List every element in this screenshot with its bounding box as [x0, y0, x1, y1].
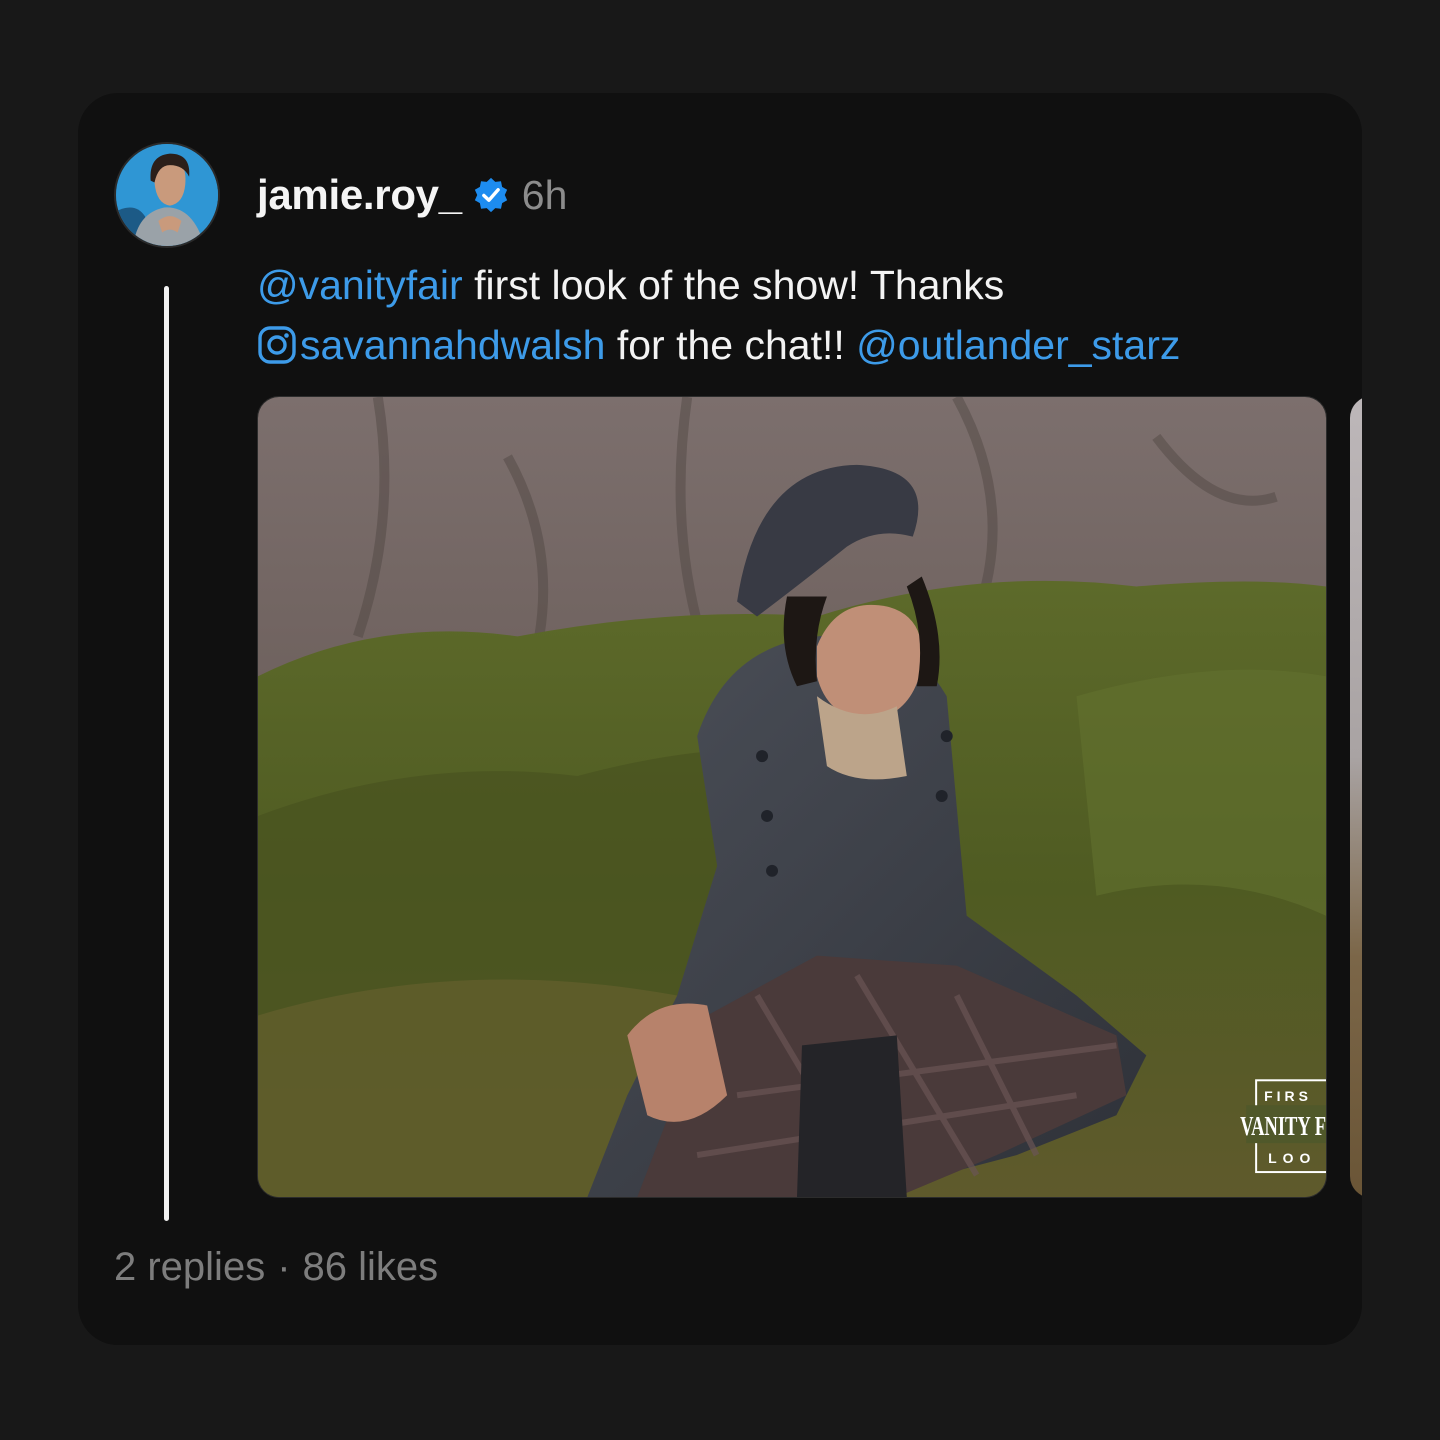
- post-image[interactable]: FIRS VANITY F LOO: [257, 396, 1327, 1198]
- post-time: 6h: [521, 171, 568, 218]
- watermark-line-3: LOO: [1268, 1150, 1316, 1166]
- verified-badge-icon: [474, 177, 507, 213]
- post-header: jamie.roy_ 6h: [257, 171, 567, 219]
- footer-separator: ·: [277, 1245, 291, 1289]
- username[interactable]: jamie.roy_: [257, 171, 462, 219]
- post-card: jamie.roy_ 6h @vanityfair first look of …: [78, 93, 1362, 1345]
- avatar-image: [116, 144, 218, 246]
- watermark-line-1: FIRS: [1264, 1088, 1312, 1104]
- likes-count[interactable]: 86 likes: [303, 1245, 439, 1290]
- thread-line: [164, 286, 169, 1221]
- post-caption: @vanityfair first look of the show! Than…: [257, 255, 1347, 375]
- caption-line-2: savannahdwalsh for the chat!! @outlander…: [257, 315, 1347, 375]
- mention-outlander-starz[interactable]: @outlander_starz: [856, 322, 1180, 368]
- next-image-peek[interactable]: [1350, 396, 1362, 1198]
- instagram-handle: savannahdwalsh: [300, 322, 606, 368]
- caption-text-1: first look of the show! Thanks: [462, 262, 1005, 308]
- mention-vanityfair[interactable]: @vanityfair: [257, 262, 463, 308]
- post-footer: 2 replies · 86 likes: [114, 1245, 438, 1290]
- caption-line-1: @vanityfair first look of the show! Than…: [257, 255, 1347, 315]
- instagram-icon: [258, 326, 296, 364]
- replies-count[interactable]: 2 replies: [114, 1245, 265, 1290]
- photo-scene: FIRS VANITY F LOO: [258, 397, 1326, 1197]
- instagram-handle-link[interactable]: savannahdwalsh: [257, 322, 605, 368]
- caption-text-2: for the chat!!: [605, 322, 857, 368]
- watermark-line-2: VANITY F: [1240, 1111, 1326, 1142]
- avatar[interactable]: [114, 142, 220, 248]
